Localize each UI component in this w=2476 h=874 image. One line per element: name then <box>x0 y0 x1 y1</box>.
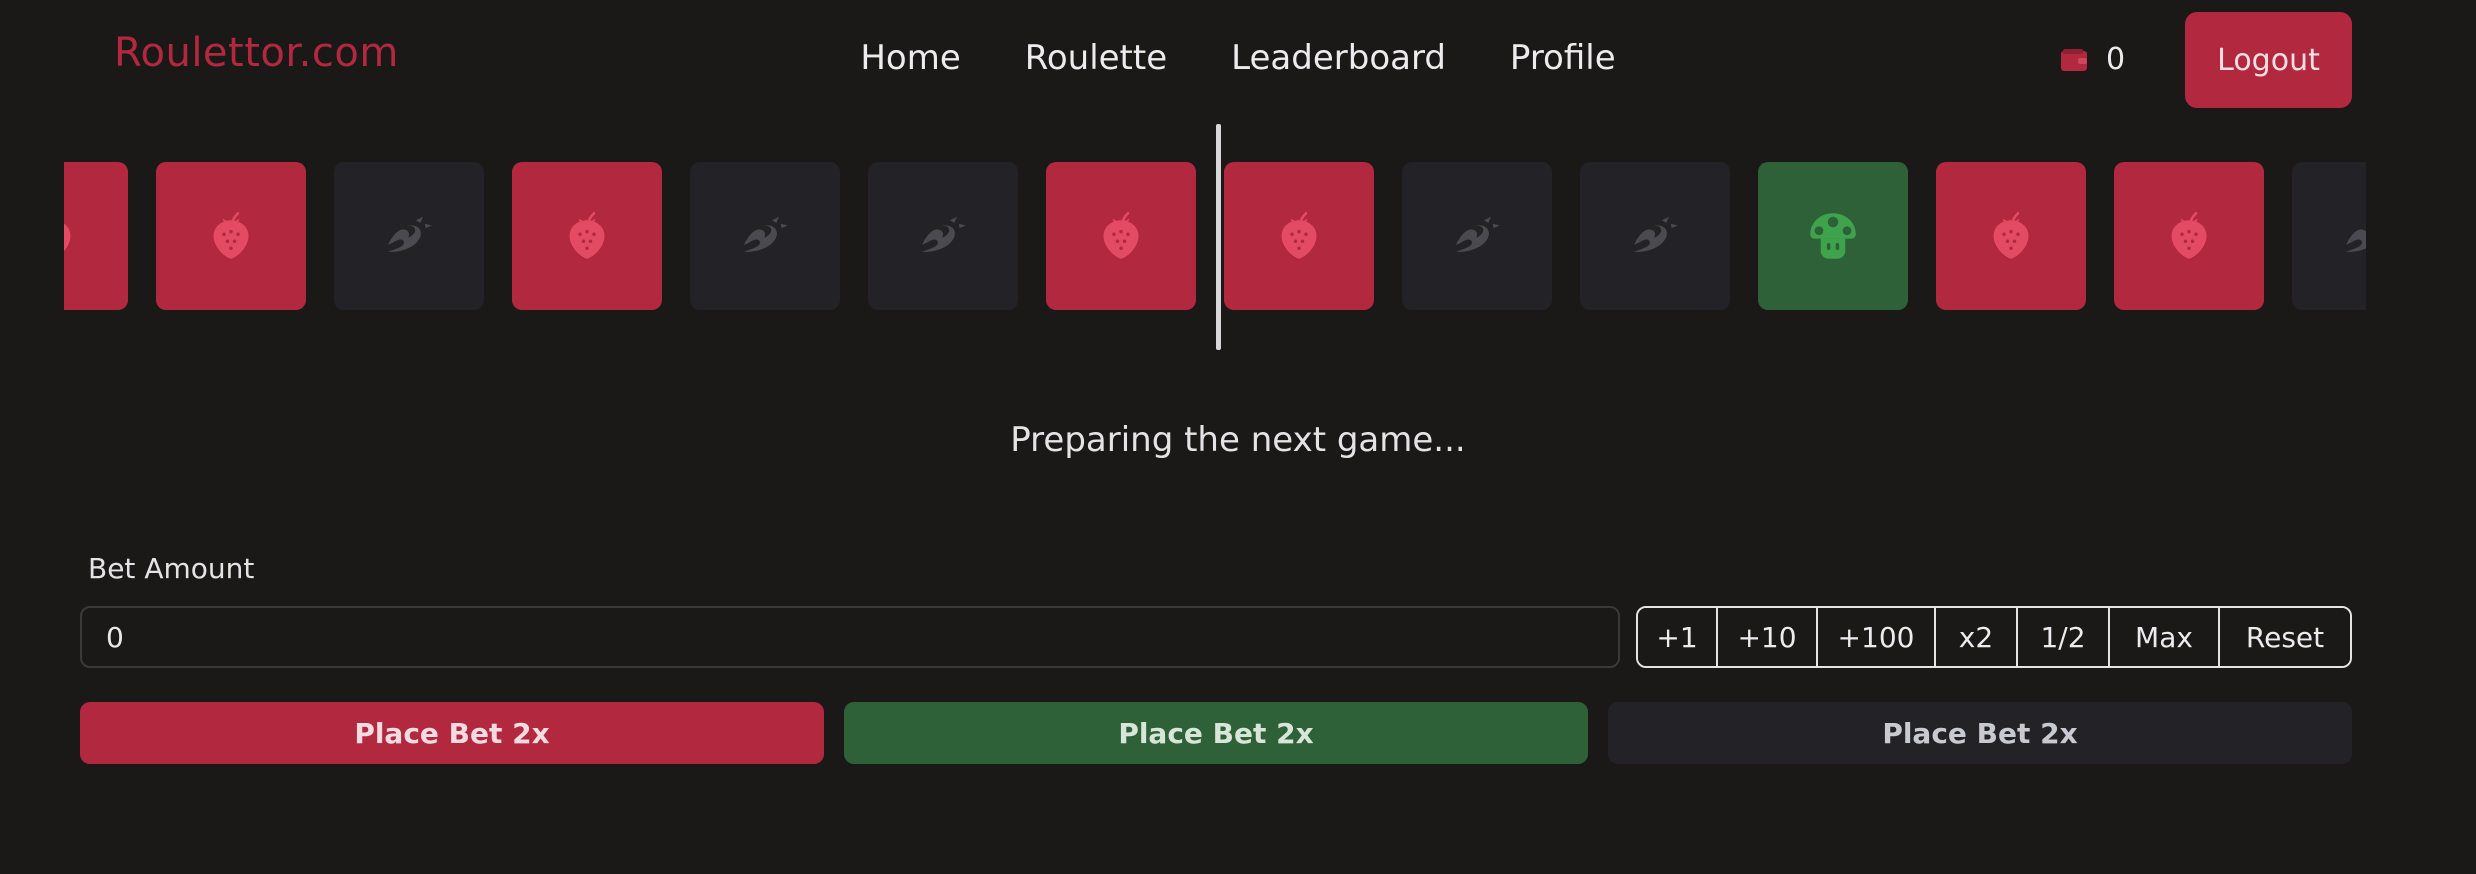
dragon-icon <box>1627 208 1683 264</box>
roulette-tile-red <box>1224 162 1374 310</box>
strawberry-icon <box>2161 208 2217 264</box>
roulette-tiles <box>64 162 2366 310</box>
strawberry-icon <box>1093 208 1149 264</box>
roulette-tile-dark <box>1402 162 1552 310</box>
place-bet-red-button[interactable]: Place Bet 2x <box>80 702 824 764</box>
balance-amount: 0 <box>2106 42 2126 77</box>
strawberry-icon <box>559 208 615 264</box>
roulette-tile-dark <box>334 162 484 310</box>
nav-links: Home Roulette Leaderboard Profile <box>860 36 1615 80</box>
strawberry-icon <box>203 208 259 264</box>
roulette-strip <box>64 160 2366 312</box>
roulette-tile-red <box>1936 162 2086 310</box>
place-bet-green-button[interactable]: Place Bet 2x <box>844 702 1588 764</box>
nav-leaderboard-link[interactable]: Leaderboard <box>1231 36 1446 80</box>
strawberry-icon <box>1983 208 2039 264</box>
game-status-text: Preparing the next game... <box>1010 420 1466 460</box>
roulette-tile-red <box>512 162 662 310</box>
nav-home-link[interactable]: Home <box>860 36 960 80</box>
place-bet-row: Place Bet 2x Place Bet 2x Place Bet 2x <box>80 702 2352 764</box>
double-button[interactable]: x2 <box>1934 608 2016 666</box>
place-bet-dark-button[interactable]: Place Bet 2x <box>1608 702 2352 764</box>
mushroom-icon <box>1805 208 1861 264</box>
dragon-icon <box>381 208 437 264</box>
roulette-tile-red <box>156 162 306 310</box>
add-1-button[interactable]: +1 <box>1638 608 1716 666</box>
add-10-button[interactable]: +10 <box>1716 608 1816 666</box>
roulette-tile-red <box>64 162 128 310</box>
half-button[interactable]: 1/2 <box>2016 608 2108 666</box>
add-100-button[interactable]: +100 <box>1816 608 1934 666</box>
roulette-tile-dark <box>690 162 840 310</box>
quick-bet-buttons: +1 +10 +100 x2 1/2 Max Reset <box>1636 606 2352 668</box>
nav-roulette-link[interactable]: Roulette <box>1025 36 1167 80</box>
dragon-icon <box>2339 208 2366 264</box>
wallet-icon <box>2061 48 2087 71</box>
roulette-tile-dark <box>868 162 1018 310</box>
strawberry-icon <box>64 208 81 264</box>
bet-amount-input[interactable] <box>80 606 1620 668</box>
roulette-pointer <box>1216 124 1221 350</box>
roulette-tile-green <box>1758 162 1908 310</box>
dragon-icon <box>915 208 971 264</box>
max-button[interactable]: Max <box>2108 608 2218 666</box>
roulette-tile-red <box>2114 162 2264 310</box>
roulette-tile-red <box>1046 162 1196 310</box>
strawberry-icon <box>1271 208 1327 264</box>
roulette-tile-dark <box>2292 162 2366 310</box>
roulette-tile-dark <box>1580 162 1730 310</box>
dragon-icon <box>1449 208 1505 264</box>
wallet-balance: 0 <box>2060 42 2125 77</box>
logout-button[interactable]: Logout <box>2185 12 2352 108</box>
nav-profile-link[interactable]: Profile <box>1510 36 1616 80</box>
dragon-icon <box>737 208 793 264</box>
reset-button[interactable]: Reset <box>2218 608 2350 666</box>
bet-amount-label: Bet Amount <box>88 552 255 585</box>
